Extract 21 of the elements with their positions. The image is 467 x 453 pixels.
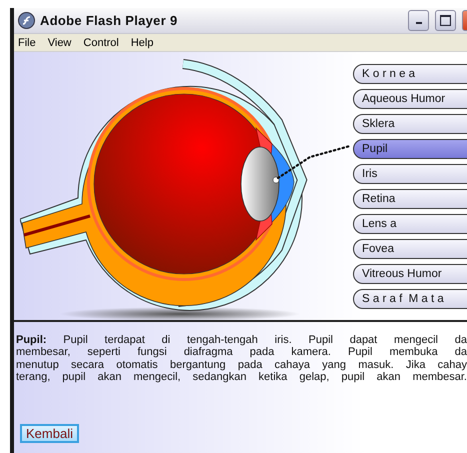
menu-item[interactable]: Control xyxy=(83,36,119,48)
back-button[interactable]: Kembali xyxy=(20,424,79,443)
menu-item[interactable]: File xyxy=(18,36,36,48)
minimize-button[interactable] xyxy=(408,10,429,31)
eye-part-button[interactable]: Iris xyxy=(353,164,467,184)
eye-part-button[interactable]: Fovea xyxy=(353,239,467,259)
maximize-button[interactable] xyxy=(435,10,456,31)
eye-part-button[interactable]: Aqueous Humor xyxy=(353,89,467,109)
menu-item[interactable]: Help xyxy=(130,36,154,48)
eye-part-button[interactable]: Lens a xyxy=(353,214,467,234)
maximize-icon xyxy=(440,15,451,26)
window-title: Adobe Flash Player 9 xyxy=(40,13,178,28)
eye-part-button[interactable]: Retina xyxy=(353,189,467,209)
eye-part-button[interactable]: Pupil xyxy=(353,139,467,159)
eye-part-button[interactable]: Sklera xyxy=(353,114,467,134)
description-text: Pupil: Pupil terdapat di tengah-tengah iris. Pupil dapat mengecil da membesar, seperti fungsi diafragma pada kamera. Pupil membuka da menutup secara otomatis bergantung pada cahaya yang masuk. Jika cahay terang, pupil akan mengecil, sedangkan ketika gelap, pupil akan membesar. xyxy=(15,333,467,384)
eye-part-button[interactable]: K o r n e a xyxy=(353,64,467,84)
menu-item[interactable]: View xyxy=(48,36,72,48)
flash-logo-icon xyxy=(18,12,35,29)
eye-part-button[interactable]: S a r a f M a t a xyxy=(353,289,467,309)
eye-part-button[interactable]: Vitreous Humor xyxy=(353,264,467,284)
